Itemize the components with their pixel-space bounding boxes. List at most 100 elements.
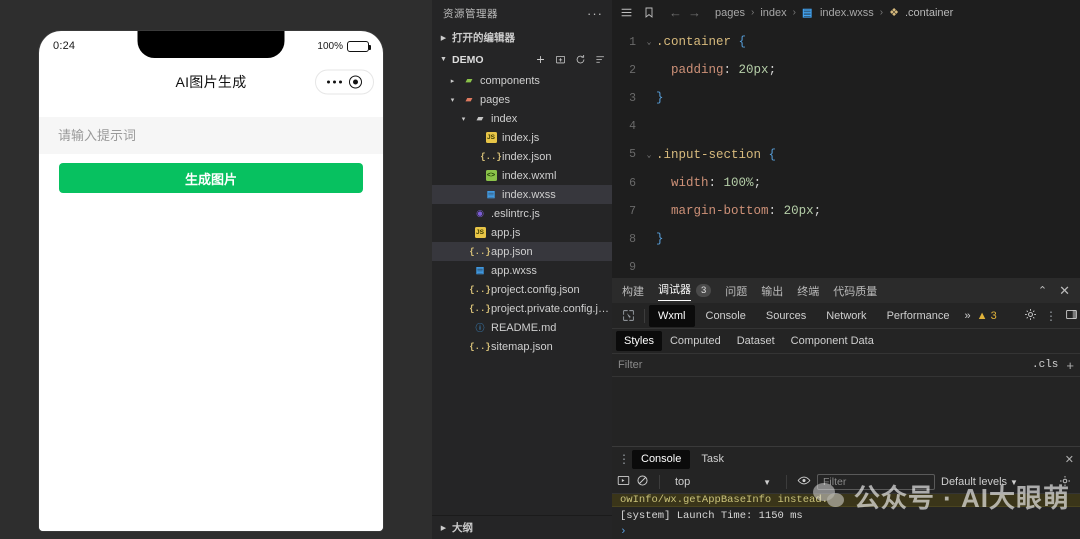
tree-item-project-config-json[interactable]: {..} project.config.json [432, 280, 612, 299]
execute-icon[interactable] [617, 474, 630, 490]
code-editor[interactable]: 1 ⌄ .container {2 padding: 20px; 3} 4 5 ⌄ .inpu… [612, 25, 1080, 278]
code-line[interactable]: 5 ⌄ .input-section { [612, 141, 1080, 169]
explorer-more-icon[interactable]: ··· [587, 6, 603, 21]
inspect-element-icon[interactable] [616, 309, 640, 322]
refresh-icon[interactable] [575, 54, 586, 65]
inspector-tab-bar[interactable]: Wxml Console Sources Network Performance » ▲… [612, 303, 1080, 329]
collapse-panel-icon[interactable]: ⌃ [1038, 284, 1047, 297]
chevron-down-icon: ▼ [1010, 477, 1018, 487]
styles-tab-component-data[interactable]: Component Data [783, 331, 882, 351]
devtools-tab-构建[interactable]: 构建 [622, 283, 644, 299]
inspector-tab-sources[interactable]: Sources [757, 305, 815, 327]
clear-console-icon[interactable] [636, 474, 649, 490]
menu-icon[interactable] [620, 6, 633, 19]
console-tab-task[interactable]: Task [692, 450, 733, 469]
devtools-kebab-icon[interactable]: ⋮ [1043, 310, 1059, 322]
breadcrumb-item-pages[interactable]: pages [715, 7, 745, 19]
tree-item-index[interactable]: ▾ ▰ index [432, 109, 612, 128]
console-toolbar[interactable]: top ▼ Filter Default levels ▼ [612, 471, 1080, 494]
code-line[interactable]: 2 padding: 20px; [612, 56, 1080, 84]
console-kebab-icon[interactable]: ⋮ [616, 453, 632, 465]
collapse-all-icon[interactable] [595, 54, 606, 65]
breadcrumb-item-index[interactable]: index [760, 7, 786, 19]
devtools-tab-调试器[interactable]: 调试器 3 [658, 281, 712, 301]
forward-arrow-icon[interactable]: → [688, 5, 701, 20]
console-input-prompt[interactable]: › [612, 525, 1080, 539]
open-editors-section[interactable]: ▶ 打开的编辑器 [432, 27, 612, 48]
close-drawer-icon[interactable]: ✕ [1065, 453, 1080, 466]
bookmark-icon[interactable] [643, 6, 655, 19]
styles-filter-input[interactable]: Filter [618, 359, 642, 371]
fold-chevron-icon[interactable]: ⌄ [642, 37, 656, 47]
prompt-input[interactable] [39, 117, 383, 154]
tree-item-pages[interactable]: ▾ ▰ pages [432, 90, 612, 109]
styles-tab-computed[interactable]: Computed [662, 331, 729, 351]
code-line[interactable]: 4 [612, 113, 1080, 141]
console-levels-select[interactable]: Default levels ▼ [941, 476, 1018, 488]
styles-tab-bar[interactable]: Styles Computed Dataset Component Data [612, 329, 1080, 354]
chevron-down-icon[interactable]: ▾ [447, 96, 458, 104]
new-folder-icon[interactable] [555, 54, 566, 65]
code-line[interactable]: 8} [612, 225, 1080, 253]
console-tab-console[interactable]: Console [632, 449, 691, 469]
devtools-tab-问题[interactable]: 问题 [725, 283, 747, 299]
dock-side-icon[interactable] [1065, 308, 1078, 324]
tree-item-project-private-config-js-[interactable]: {..} project.private.config.js... [432, 299, 612, 318]
add-style-rule-button[interactable]: + [1066, 358, 1074, 373]
tree-item-index-wxss[interactable]: ▤ index.wxss [432, 185, 612, 204]
warning-count-badge[interactable]: ▲ 3 [977, 310, 997, 322]
styles-tab-styles[interactable]: Styles [616, 331, 662, 351]
console-tab-bar[interactable]: ⋮ Console Task ✕ [612, 447, 1080, 471]
chevron-right-icon[interactable]: ▸ [447, 77, 458, 85]
console-output[interactable]: owInfo/wx.getAppBaseInfo instead. [system… [612, 494, 1080, 539]
file-tree[interactable]: ▸ ▰ components ▾ ▰ pages ▾ ▰ index JS index.js {..}… [432, 71, 612, 515]
breadcrumb[interactable]: ← → pages › index › ▤ index.wxss › ❖ .co… [612, 0, 1080, 25]
tree-item-app-js[interactable]: JS app.js [432, 223, 612, 242]
devtools-tab-终端[interactable]: 终端 [797, 283, 819, 299]
tree-item--eslintrc-js[interactable]: ◉ .eslintrc.js [432, 204, 612, 223]
tree-item-index-wxml[interactable]: <> index.wxml [432, 166, 612, 185]
inspector-tab-network[interactable]: Network [817, 305, 875, 327]
tree-item-components[interactable]: ▸ ▰ components [432, 71, 612, 90]
more-dots-icon[interactable] [326, 80, 343, 84]
tree-item-app-json[interactable]: {..} app.json [432, 242, 612, 261]
tree-item-app-wxss[interactable]: ▤ app.wxss [432, 261, 612, 280]
devtools-tab-输出[interactable]: 输出 [761, 283, 783, 299]
inspector-tab-wxml[interactable]: Wxml [649, 304, 695, 327]
console-context-select[interactable]: top ▼ [670, 476, 776, 488]
chevron-down-icon[interactable]: ▾ [458, 115, 469, 123]
tree-item-readme-md[interactable]: ⓘ README.md [432, 318, 612, 337]
target-circle-icon[interactable] [349, 75, 363, 89]
console-filter-input[interactable]: Filter [817, 474, 935, 490]
tree-item-index-js[interactable]: JS index.js [432, 128, 612, 147]
generate-image-button[interactable]: 生成图片 [59, 163, 363, 193]
devtools-tab-bar[interactable]: 构建 调试器 3 问题 输出 终端 代码质量 ⌃ ✕ [612, 278, 1080, 303]
new-file-icon[interactable] [535, 54, 546, 65]
capsule-button[interactable] [315, 69, 374, 95]
devtools-tab-代码质量[interactable]: 代码质量 [833, 283, 877, 299]
back-arrow-icon[interactable]: ← [669, 5, 682, 20]
breadcrumb-item-file[interactable]: index.wxss [820, 7, 874, 19]
code-line[interactable]: 3} [612, 84, 1080, 112]
code-line[interactable]: 7 margin-bottom: 20px; [612, 197, 1080, 225]
console-settings-icon[interactable] [1059, 475, 1075, 490]
project-root-row[interactable]: ▼ DEMO [432, 48, 612, 71]
line-number: 2 [629, 63, 636, 77]
settings-gear-icon[interactable] [1024, 308, 1037, 324]
outline-section[interactable]: ▶ 大纲 [432, 515, 612, 539]
cls-button[interactable]: .cls [1032, 359, 1058, 371]
code-line[interactable]: 9 [612, 254, 1080, 279]
code-line[interactable]: 1 ⌄ .container { [612, 28, 1080, 56]
tree-item-sitemap-json[interactable]: {..} sitemap.json [432, 337, 612, 356]
styles-filter-bar[interactable]: Filter .cls + [612, 354, 1080, 377]
eye-icon[interactable] [797, 474, 811, 490]
inspector-tab-console[interactable]: Console [697, 305, 755, 327]
tree-item-index-json[interactable]: {..} index.json [432, 147, 612, 166]
styles-tab-dataset[interactable]: Dataset [729, 331, 783, 351]
fold-chevron-icon[interactable]: ⌄ [642, 150, 656, 160]
breadcrumb-item-symbol[interactable]: .container [905, 7, 953, 19]
close-panel-icon[interactable]: ✕ [1059, 283, 1070, 299]
code-line[interactable]: 6 width: 100%; [612, 169, 1080, 197]
inspector-tab-performance[interactable]: Performance [878, 305, 959, 327]
more-tabs-icon[interactable]: » [959, 310, 977, 322]
